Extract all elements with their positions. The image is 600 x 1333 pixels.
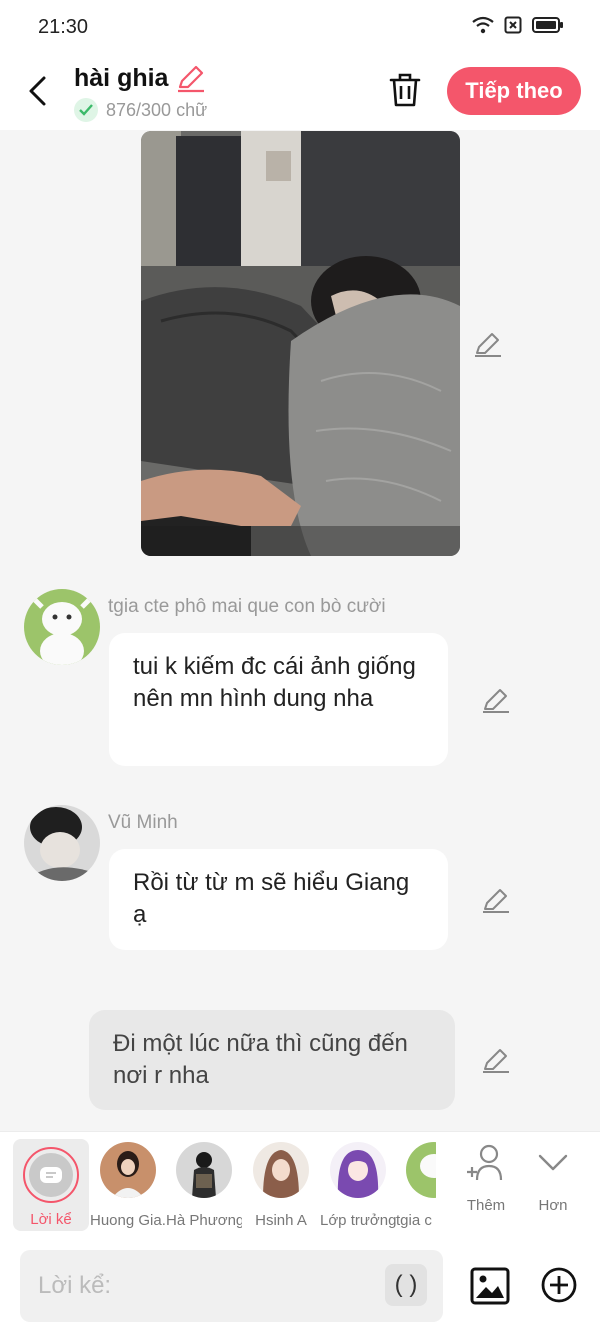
character-item[interactable]: Hà Phương... xyxy=(166,1142,242,1229)
parenthesis-button[interactable]: ( ) xyxy=(385,1264,427,1306)
status-icons xyxy=(472,16,564,34)
character-name: Lớp trưởng xyxy=(320,1212,396,1229)
status-time: 21:30 xyxy=(38,16,89,38)
chevron-down-icon xyxy=(538,1154,568,1171)
add-person-icon xyxy=(467,1144,503,1181)
character-narrator[interactable]: Lời kể xyxy=(13,1139,89,1231)
more-button[interactable]: Hơn xyxy=(515,1142,591,1214)
character-name: Hà Phương... xyxy=(166,1212,242,1229)
character-item[interactable]: Hsinh A xyxy=(243,1142,319,1229)
image-icon[interactable] xyxy=(470,1266,510,1306)
battery-icon xyxy=(532,17,563,33)
character-name: Huong Gia... xyxy=(90,1212,166,1229)
character-item[interactable]: tgia c xyxy=(396,1142,436,1229)
sender-name: tgia cte phô mai que con bò cười xyxy=(108,596,386,617)
edit-title-icon[interactable] xyxy=(176,65,206,93)
narration-bubble[interactable]: Đi một lúc nữa thì cũng đến nơi r nha xyxy=(89,1010,455,1110)
wifi-icon xyxy=(472,16,494,34)
status-bar: 21:30 xyxy=(0,0,600,52)
character-item[interactable]: Lớp trưởng xyxy=(320,1142,396,1229)
edit-message-icon[interactable] xyxy=(482,886,510,914)
photo-image xyxy=(141,131,460,556)
story-title[interactable]: hài ghia xyxy=(74,64,206,93)
edit-message-icon[interactable] xyxy=(482,686,510,714)
message-bubble[interactable]: Rồi từ từ m sẽ hiểu Giang ạ xyxy=(109,849,448,950)
avatar xyxy=(100,1142,156,1198)
character-bar: Lời kể Huong Gia... Hà Phương... Hsinh A… xyxy=(0,1131,600,1240)
header: hài ghia 876/300 chữ Tiếp theo xyxy=(0,52,600,130)
narration-input[interactable]: Lời kể: ( ) xyxy=(20,1250,443,1322)
character-name: Lời kể xyxy=(30,1211,72,1228)
back-icon[interactable] xyxy=(24,74,52,108)
trash-icon[interactable] xyxy=(388,72,422,108)
avatar xyxy=(330,1142,386,1198)
next-button[interactable]: Tiếp theo xyxy=(447,67,581,115)
avatar xyxy=(253,1142,309,1198)
avatar xyxy=(406,1142,436,1198)
narrator-icon xyxy=(40,1167,62,1183)
more-label: Hơn xyxy=(538,1197,568,1214)
add-character-button[interactable]: Thêm xyxy=(448,1142,524,1214)
word-count-text: 876/300 chữ xyxy=(106,99,208,120)
avatar[interactable] xyxy=(24,805,100,881)
sim-off-icon xyxy=(504,16,522,34)
sender-name: Vũ Minh xyxy=(108,812,178,833)
message-bubble[interactable]: tui k kiếm đc cái ảnh giống nên mn hình … xyxy=(109,633,448,766)
character-name: Hsinh A xyxy=(255,1212,307,1229)
add-character-label: Thêm xyxy=(466,1197,506,1214)
input-placeholder: Lời kể: xyxy=(38,1272,112,1299)
check-icon xyxy=(74,98,98,122)
add-icon[interactable] xyxy=(541,1267,577,1303)
edit-narration-icon[interactable] xyxy=(482,1046,510,1074)
input-bar: Lời kể: ( ) xyxy=(0,1240,600,1333)
avatar xyxy=(176,1142,232,1198)
avatar[interactable] xyxy=(24,589,100,665)
character-item[interactable]: Huong Gia... xyxy=(90,1142,166,1229)
edit-photo-icon[interactable] xyxy=(474,330,502,358)
story-photo[interactable] xyxy=(141,131,460,556)
word-counter: 876/300 chữ xyxy=(74,98,207,122)
narrator-icon-ring xyxy=(23,1147,79,1203)
character-name: tgia c xyxy=(396,1212,432,1229)
story-title-text: hài ghia xyxy=(74,64,169,92)
